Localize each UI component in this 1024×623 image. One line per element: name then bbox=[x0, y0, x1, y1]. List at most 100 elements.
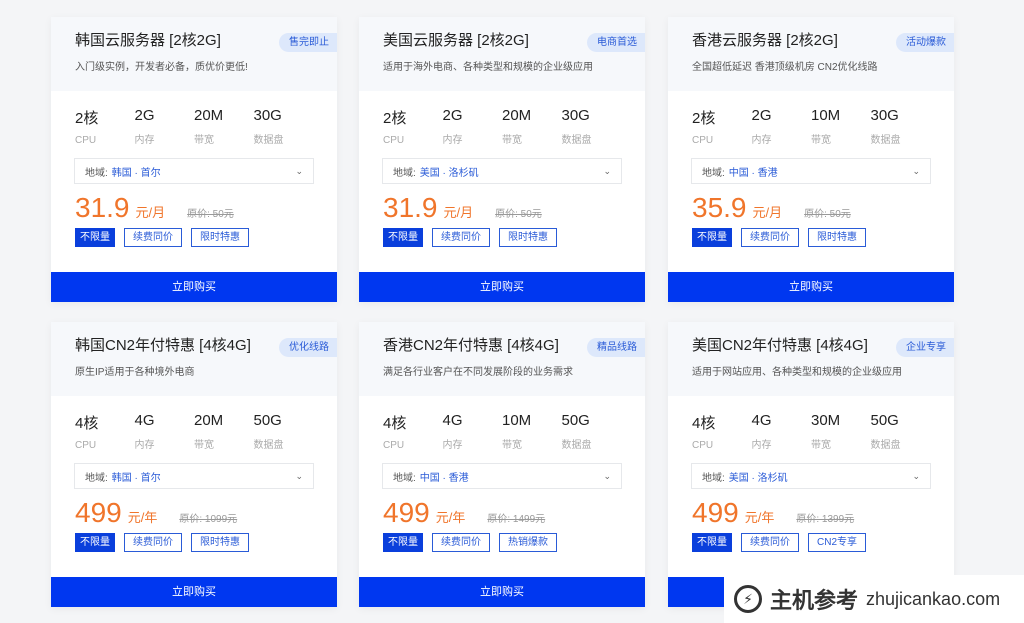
spec-item: 50G 数据盘 bbox=[562, 412, 622, 451]
spec-value: 2核 bbox=[383, 110, 407, 127]
price-value: 35.9 bbox=[692, 192, 747, 223]
card-badge: 活动爆款 bbox=[896, 33, 954, 52]
spec-label: CPU bbox=[692, 440, 714, 451]
region-select[interactable]: 地域: 美国 · 洛杉矶 ⌄ bbox=[382, 158, 622, 184]
region-select[interactable]: 地域: 中国 · 香港 ⌄ bbox=[382, 463, 622, 489]
spec-label: 带宽 bbox=[502, 135, 522, 146]
original-price: 原价: 50元 bbox=[495, 209, 542, 220]
spec-list: 4核 CPU 4G 内存 20M 带宽 50G 数据盘 bbox=[51, 412, 337, 451]
original-price: 原价: 1499元 bbox=[487, 514, 546, 525]
price: 499 元/年 原价: 1499元 bbox=[359, 497, 645, 531]
price-unit: 元/年 bbox=[744, 510, 775, 525]
feature-tag: 限时特惠 bbox=[808, 228, 866, 247]
region-label: 地域: bbox=[85, 472, 108, 484]
chevron-down-icon: ⌄ bbox=[295, 165, 303, 176]
card-title: 韩国CN2年付特惠 [4核4G] bbox=[75, 337, 251, 354]
watermark-en: zhujicankao.com bbox=[866, 588, 1001, 609]
spec-item: 50G 数据盘 bbox=[871, 412, 931, 451]
card-badge: 精品线路 bbox=[587, 338, 645, 357]
original-price: 原价: 1099元 bbox=[179, 514, 238, 525]
spec-list: 4核 CPU 4G 内存 30M 带宽 50G 数据盘 bbox=[668, 412, 954, 451]
feature-tag: 续费同价 bbox=[741, 533, 799, 552]
region-value: 韩国 · 首尔 bbox=[111, 472, 161, 484]
spec-label: CPU bbox=[383, 135, 405, 146]
product-card: 韩国云服务器 [2核2G] 入门级实例，开发者必备，质优价更低! 售完即止 2核… bbox=[51, 17, 337, 302]
price-unit: 元/月 bbox=[135, 205, 166, 220]
tag-list: 不限量 续费同价 限时特惠 bbox=[51, 228, 337, 247]
buy-now-button[interactable]: 立即购买 bbox=[359, 577, 645, 607]
region-value: 美国 · 洛杉矶 bbox=[419, 167, 479, 179]
spec-label: 数据盘 bbox=[253, 135, 284, 146]
region-select[interactable]: 地域: 中国 · 香港 ⌄ bbox=[691, 158, 931, 184]
card-title: 香港CN2年付特惠 [4核4G] bbox=[383, 337, 559, 354]
feature-tag: 限时特惠 bbox=[191, 533, 249, 552]
spec-value: 4核 bbox=[75, 415, 99, 432]
price-unit: 元/月 bbox=[443, 205, 474, 220]
original-price: 原价: 1399元 bbox=[796, 514, 855, 525]
spec-label: CPU bbox=[383, 440, 405, 451]
tag-list: 不限量 续费同价 限时特惠 bbox=[668, 228, 954, 247]
feature-tag: 限时特惠 bbox=[191, 228, 249, 247]
region-select[interactable]: 地域: 韩国 · 首尔 ⌄ bbox=[74, 463, 314, 489]
card-badge: 售完即止 bbox=[279, 33, 337, 52]
spec-item: 30M 带宽 bbox=[811, 412, 871, 451]
region-label: 地域: bbox=[393, 472, 416, 484]
price-value: 499 bbox=[75, 497, 122, 528]
chevron-down-icon: ⌄ bbox=[295, 470, 303, 481]
buy-now-button[interactable]: 立即购买 bbox=[51, 577, 337, 607]
spec-value: 2G bbox=[442, 107, 463, 124]
price-value: 31.9 bbox=[75, 192, 130, 223]
region-label: 地域: bbox=[702, 167, 725, 179]
spec-label: 数据盘 bbox=[561, 440, 592, 451]
spec-item: 4G 内存 bbox=[135, 412, 195, 451]
spec-value: 30M bbox=[811, 412, 841, 429]
spec-item: 2G 内存 bbox=[752, 107, 812, 146]
card-subtitle: 适用于网站应用、各种类型和规模的企业级应用 bbox=[692, 367, 902, 378]
card-subtitle: 满足各行业客户在不同发展阶段的业务需求 bbox=[383, 367, 573, 378]
spec-label: 数据盘 bbox=[870, 440, 901, 451]
region-select[interactable]: 地域: 美国 · 洛杉矶 ⌄ bbox=[691, 463, 931, 489]
watermark-cn: 主机参考 bbox=[770, 588, 859, 613]
spec-value: 2核 bbox=[75, 110, 99, 127]
card-subtitle: 入门级实例，开发者必备，质优价更低! bbox=[75, 62, 248, 73]
feature-tag: 不限量 bbox=[383, 228, 423, 247]
watermark: ⚡ 主机参考 zhujicankao.com bbox=[724, 575, 1024, 623]
spec-label: CPU bbox=[75, 135, 97, 146]
spec-item: 2核 CPU bbox=[383, 107, 443, 146]
tag-list: 不限量 续费同价 热销爆款 bbox=[359, 533, 645, 552]
spec-item: 10M 带宽 bbox=[502, 412, 562, 451]
spec-value: 20M bbox=[502, 107, 532, 124]
watermark-logo-icon: ⚡ bbox=[734, 585, 762, 613]
spec-value: 4G bbox=[751, 412, 772, 429]
product-card: 韩国CN2年付特惠 [4核4G] 原生IP适用于各种境外电商 优化线路 4核 CP… bbox=[51, 322, 337, 607]
region-label: 地域: bbox=[702, 472, 725, 484]
spec-item: 2G 内存 bbox=[135, 107, 195, 146]
product-card: 香港CN2年付特惠 [4核4G] 满足各行业客户在不同发展阶段的业务需求 精品线… bbox=[359, 322, 645, 607]
feature-tag: 续费同价 bbox=[124, 228, 182, 247]
spec-label: 内存 bbox=[134, 135, 155, 146]
spec-value: 30G bbox=[253, 107, 282, 124]
spec-label: 内存 bbox=[751, 135, 772, 146]
spec-item: 20M 带宽 bbox=[194, 107, 254, 146]
spec-value: 4核 bbox=[383, 415, 407, 432]
region-select[interactable]: 地域: 韩国 · 首尔 ⌄ bbox=[74, 158, 314, 184]
spec-label: 带宽 bbox=[502, 440, 522, 451]
price-value: 499 bbox=[692, 497, 739, 528]
tag-list: 不限量 续费同价 CN2专享 bbox=[668, 533, 954, 552]
region-value: 中国 · 香港 bbox=[728, 167, 778, 179]
buy-now-button[interactable]: 立即购买 bbox=[359, 272, 645, 302]
spec-value: 50G bbox=[870, 412, 899, 429]
feature-tag: CN2专享 bbox=[808, 533, 867, 552]
chevron-down-icon: ⌄ bbox=[603, 165, 611, 176]
spec-value: 10M bbox=[502, 412, 532, 429]
region-value: 中国 · 香港 bbox=[419, 472, 469, 484]
chevron-down-icon: ⌄ bbox=[912, 165, 920, 176]
card-header: 香港云服务器 [2核2G] 全国超低延迟 香港顶级机房 CN2优化线路 bbox=[668, 17, 954, 91]
price: 31.9 元/月 原价: 50元 bbox=[51, 192, 337, 226]
spec-value: 50G bbox=[561, 412, 590, 429]
spec-value: 30G bbox=[561, 107, 590, 124]
buy-now-button[interactable]: 立即购买 bbox=[51, 272, 337, 302]
buy-now-button[interactable]: 立即购买 bbox=[668, 272, 954, 302]
spec-list: 4核 CPU 4G 内存 10M 带宽 50G 数据盘 bbox=[359, 412, 645, 451]
spec-item: 4G 内存 bbox=[752, 412, 812, 451]
